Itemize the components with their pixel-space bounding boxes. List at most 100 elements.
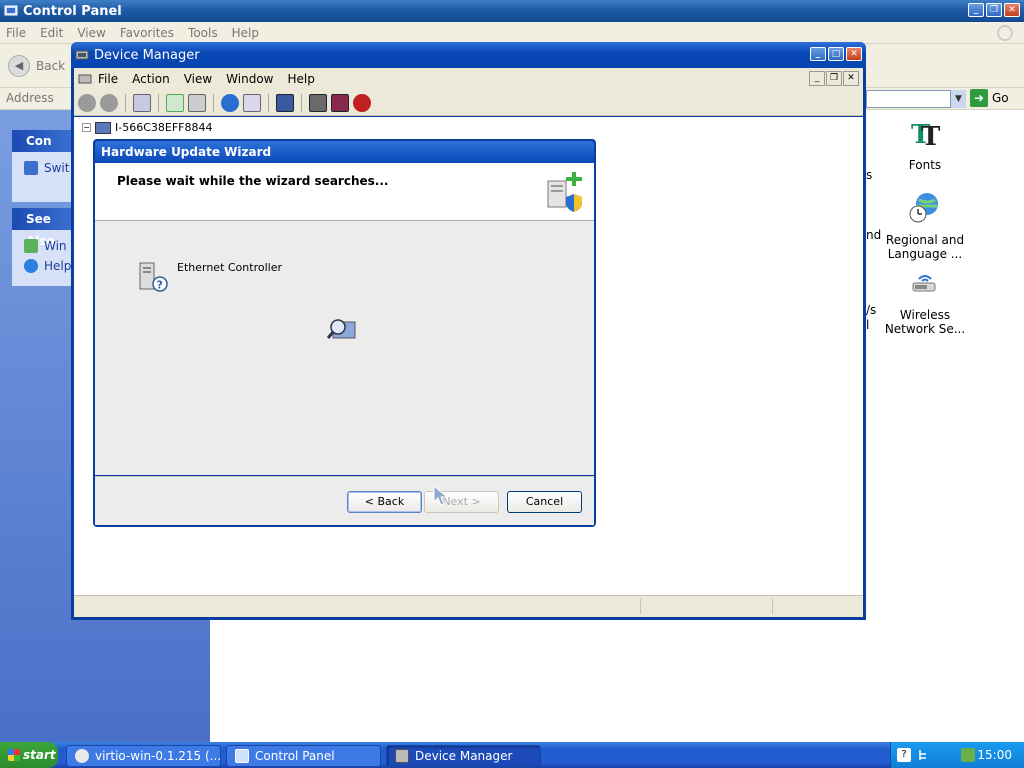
- sidebar-panel-header[interactable]: See Also: [12, 208, 72, 248]
- wizard-header: Please wait while the wizard searches...: [95, 163, 594, 221]
- menu-action[interactable]: Action: [132, 72, 170, 86]
- menu-favorites[interactable]: Favorites: [120, 26, 174, 40]
- cancel-button[interactable]: Cancel: [507, 491, 582, 513]
- device-manager-menubar: File Action View Window Help _ ❐ ✕: [74, 68, 863, 90]
- control-panel-titlebar[interactable]: Control Panel _ ❐ ✕: [0, 0, 1024, 22]
- go-arrow-icon: ➜: [970, 89, 988, 107]
- mdi-minimize-button[interactable]: _: [809, 71, 825, 86]
- wizard-header-text: Please wait while the wizard searches...: [117, 174, 389, 188]
- close-button[interactable]: ✕: [1004, 3, 1020, 17]
- wizard-title: Hardware Update Wizard: [101, 145, 272, 159]
- wizard-body: ? Ethernet Controller: [95, 221, 594, 475]
- menu-tools[interactable]: Tools: [188, 26, 218, 40]
- forward-icon[interactable]: [100, 93, 118, 112]
- show-hide-tree-icon[interactable]: [133, 93, 151, 112]
- wizard-footer: < Back Next > Cancel: [95, 476, 594, 525]
- taskbar-item-label: Device Manager: [415, 749, 513, 763]
- wireless-icon: [912, 275, 936, 292]
- unknown-device-icon: ?: [139, 262, 168, 292]
- go-label: Go: [992, 91, 1009, 105]
- device-name: Ethernet Controller: [177, 261, 282, 274]
- restore-button[interactable]: ❐: [986, 3, 1002, 17]
- fonts-icon: TT: [911, 120, 941, 152]
- cp-item-fonts[interactable]: TT Fonts: [875, 115, 975, 172]
- properties-icon[interactable]: [166, 93, 184, 112]
- control-panel-title: Control Panel: [23, 3, 122, 19]
- device-manager-title: Device Manager: [94, 47, 200, 63]
- search-animation-icon: [327, 319, 356, 339]
- network-tray-icon[interactable]: [961, 748, 975, 762]
- help-tray-icon[interactable]: ?: [897, 748, 911, 762]
- taskbar-item-label: virtio-win-0.1.215 (...: [95, 749, 221, 763]
- go-button[interactable]: ➜ Go: [970, 89, 1009, 107]
- menu-file[interactable]: File: [98, 72, 118, 86]
- sidebar-panel-control: Con Swit: [12, 130, 72, 202]
- back-button[interactable]: ◀ Back: [8, 53, 65, 79]
- address-label: Address: [6, 91, 54, 105]
- switch-view-icon: [24, 161, 38, 175]
- menu-window[interactable]: Window: [226, 72, 273, 86]
- tree-root-node[interactable]: − I-566C38EFF8844: [82, 121, 213, 134]
- sidebar-panel-see-also: See Also Win Help: [12, 208, 72, 286]
- back-icon[interactable]: [78, 93, 96, 112]
- address-dropdown-icon[interactable]: ▼: [950, 90, 966, 108]
- control-panel-icon: [235, 749, 249, 763]
- menu-view[interactable]: View: [184, 72, 212, 86]
- wizard-titlebar[interactable]: Hardware Update Wizard: [95, 141, 594, 163]
- hardware-tray-icon[interactable]: [917, 748, 931, 762]
- sidebar-item-help[interactable]: Help: [12, 256, 72, 276]
- close-button[interactable]: ✕: [846, 47, 862, 61]
- device-manager-icon: [395, 749, 409, 763]
- partial-icon-label: s: [866, 168, 873, 182]
- windows-flag-icon: [8, 749, 20, 761]
- sidebar-panel-header[interactable]: Con: [12, 130, 72, 152]
- taskbar-item-device-manager[interactable]: Device Manager: [386, 745, 541, 767]
- disable-icon[interactable]: [353, 93, 371, 112]
- start-button[interactable]: start: [0, 742, 58, 768]
- cp-item-wireless-network[interactable]: Wireless Network Se...: [875, 265, 975, 336]
- device-manager-titlebar[interactable]: Device Manager _ □ ✕: [71, 42, 866, 68]
- collapse-icon[interactable]: −: [82, 123, 91, 132]
- windows-update-icon: [24, 239, 38, 253]
- menu-view[interactable]: View: [77, 26, 105, 40]
- scan-hardware-icon[interactable]: [276, 93, 294, 112]
- print-icon[interactable]: [188, 93, 206, 112]
- minimize-button[interactable]: _: [968, 3, 984, 17]
- mdi-restore-button[interactable]: ❐: [826, 71, 842, 86]
- cp-item-label: Regional and Language ...: [885, 233, 965, 261]
- partial-icon-label: l: [866, 318, 870, 332]
- taskbar-item-virtio[interactable]: virtio-win-0.1.215 (...: [66, 745, 221, 767]
- sidebar-item-switch-view[interactable]: Swit: [12, 158, 72, 178]
- windows-logo-icon: [997, 25, 1013, 41]
- system-tray: ? 15:00: [890, 742, 1024, 768]
- menu-file[interactable]: File: [6, 26, 26, 40]
- hardware-update-wizard: Hardware Update Wizard Please wait while…: [93, 139, 596, 527]
- control-panel-icon: [4, 5, 18, 16]
- svg-text:T: T: [921, 122, 941, 151]
- update-driver-icon[interactable]: [309, 93, 327, 112]
- back-arrow-icon: ◀: [8, 55, 30, 77]
- help-icon[interactable]: [221, 93, 239, 112]
- tree-root-label: I-566C38EFF8844: [115, 121, 213, 134]
- cp-item-regional-language[interactable]: Regional and Language ...: [875, 190, 975, 261]
- sidebar-item-label: Swit: [44, 161, 70, 175]
- menu-help[interactable]: Help: [232, 26, 259, 40]
- device-manager-small-icon: [78, 74, 92, 84]
- back-button[interactable]: < Back: [347, 491, 422, 513]
- menu-edit[interactable]: Edit: [40, 26, 63, 40]
- device-manager-icon: [75, 50, 89, 60]
- taskbar-item-control-panel[interactable]: Control Panel: [226, 745, 381, 767]
- uninstall-icon[interactable]: [331, 93, 349, 112]
- control-panel-menubar: File Edit View Favorites Tools Help: [0, 22, 1024, 44]
- maximize-button[interactable]: □: [828, 47, 844, 61]
- menu-help[interactable]: Help: [288, 72, 315, 86]
- status-pane: [772, 599, 773, 614]
- mdi-close-button[interactable]: ✕: [843, 71, 859, 86]
- hardware-add-icon: [547, 172, 582, 212]
- minimize-button[interactable]: _: [810, 47, 826, 61]
- show-hide-action-pane-icon[interactable]: [243, 93, 261, 112]
- sidebar-item-label: Help: [44, 259, 72, 273]
- cp-item-label: Wireless Network Se...: [884, 308, 966, 336]
- clock: 15:00: [977, 748, 1012, 762]
- computer-icon: [95, 121, 111, 134]
